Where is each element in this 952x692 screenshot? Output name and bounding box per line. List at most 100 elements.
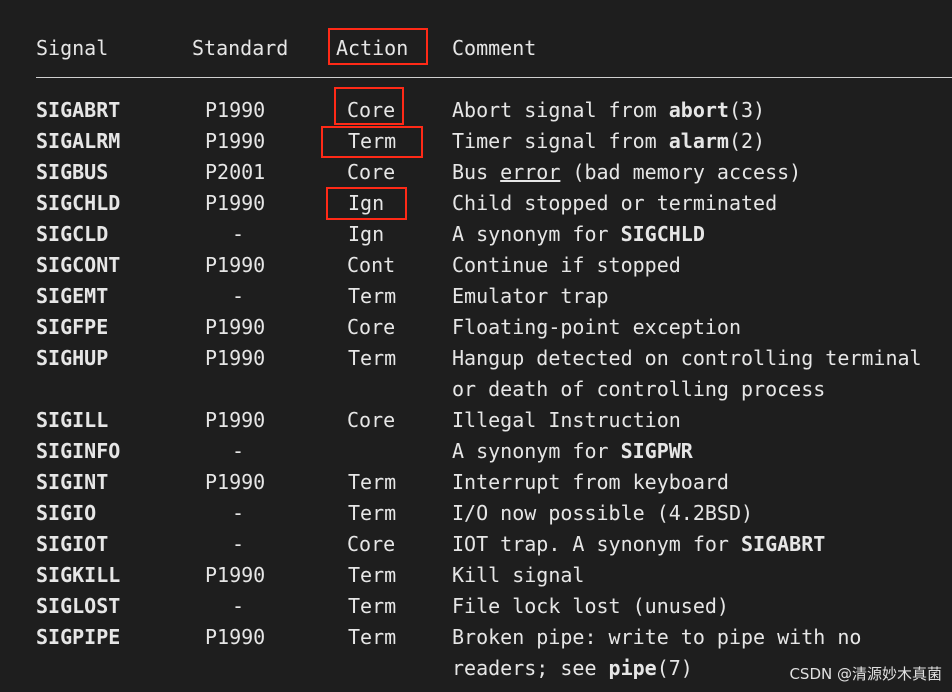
signal-name: SIGCLD: [36, 222, 109, 246]
signal-comment: Floating-point exception: [452, 315, 741, 339]
signal-action: Term: [348, 284, 397, 308]
signal-standard: P1990: [205, 129, 266, 153]
terminal-screen: Signal Standard Action Comment SIGABRT P1…: [0, 0, 952, 692]
signal-comment: readers; see pipe(7): [452, 656, 693, 680]
table-row: SIGEMT - Term Emulator trap: [0, 281, 952, 312]
highlight-box-sigchld-action: [326, 187, 407, 220]
table-row: SIGIOT - Core IOT trap. A synonym for SIGAB…: [0, 529, 952, 560]
bold-reference: SIGCHLD: [620, 222, 705, 246]
signal-comment: File lock lost (unused): [452, 594, 729, 618]
table-header: Signal Standard Action Comment: [0, 33, 952, 64]
signal-name: SIGINFO: [36, 439, 121, 463]
signal-standard: P1990: [205, 346, 266, 370]
table-row: SIGABRT P1990 Core Abort signal from abort(…: [0, 95, 952, 126]
signal-comment: I/O now possible (4.2BSD): [452, 501, 754, 525]
signal-name: SIGEMT: [36, 284, 109, 308]
signal-comment: Timer signal from alarm(2): [452, 129, 766, 153]
signal-standard: -: [232, 501, 245, 525]
highlight-box-sigalrm-action: [321, 126, 423, 158]
table-row: or death of controlling process: [0, 374, 952, 405]
watermark: CSDN @清源妙木真菌: [785, 661, 946, 687]
signal-comment: A synonym for SIGPWR: [452, 439, 693, 463]
bold-reference: abort: [668, 98, 729, 122]
signal-comment: Kill signal: [452, 563, 585, 587]
signal-action: Term: [348, 563, 397, 587]
table-row: SIGCHLD P1990 Ign Child stopped or terminat…: [0, 188, 952, 219]
signal-comment: Emulator trap: [452, 284, 609, 308]
signal-comment: A synonym for SIGCHLD: [452, 222, 705, 246]
signal-action: Term: [348, 501, 397, 525]
signal-comment: Abort signal from abort(3): [452, 98, 766, 122]
signal-comment: Continue if stopped: [452, 253, 681, 277]
bold-reference: pipe: [608, 656, 657, 680]
table-row: SIGIO - Term I/O now possible (4.2BSD): [0, 498, 952, 529]
signal-name: SIGINT: [36, 470, 109, 494]
signal-action: Core: [347, 532, 396, 556]
table-row: SIGALRM P1990 Term Timer signal from alarm(…: [0, 126, 952, 157]
signal-standard: P1990: [205, 253, 266, 277]
table-row: SIGINT P1990 Term Interrupt from keyboard: [0, 467, 952, 498]
signal-comment: Hangup detected on controlling terminal: [452, 346, 922, 370]
signal-name: SIGHUP: [36, 346, 109, 370]
signal-name: SIGILL: [36, 408, 109, 432]
table-row: SIGHUP P1990 Term Hangup detected on contro…: [0, 343, 952, 374]
signal-name: SIGPIPE: [36, 625, 121, 649]
table-row: SIGINFO - A synonym for SIGPWR: [0, 436, 952, 467]
signal-standard: -: [232, 439, 245, 463]
table-row: SIGPIPE P1990 Term Broken pipe: write to pi…: [0, 622, 952, 653]
signal-standard: P1990: [205, 563, 266, 587]
signal-comment: Bus error (bad memory access): [452, 160, 802, 184]
signal-action: Ign: [348, 222, 385, 246]
table-row: SIGILL P1990 Core Illegal Instruction: [0, 405, 952, 436]
signal-action: Cont: [347, 253, 396, 277]
table-row: SIGBUS P2001 Core Bus error (bad memory acc…: [0, 157, 952, 188]
signal-comment: Child stopped or terminated: [452, 191, 778, 215]
highlight-box-action-header: [328, 28, 428, 65]
bold-reference: SIGABRT: [740, 532, 826, 556]
signal-standard: P1990: [205, 315, 266, 339]
signal-name: SIGLOST: [36, 594, 121, 618]
table-row: SIGCLD - Ign A synonym for SIGCHLD: [0, 219, 952, 250]
highlight-box-sigabrt-action: [334, 87, 404, 125]
signal-comment: or death of controlling process: [452, 377, 826, 401]
header-signal: Signal: [36, 36, 109, 60]
header-standard: Standard: [192, 36, 289, 60]
bold-reference: SIGPWR: [620, 439, 693, 463]
signal-name: SIGABRT: [36, 98, 121, 122]
header-comment: Comment: [452, 36, 537, 60]
signal-comment: IOT trap. A synonym for SIGABRT: [452, 532, 826, 556]
signal-standard: -: [232, 594, 245, 618]
signal-action: Term: [348, 594, 397, 618]
signal-name: SIGCHLD: [36, 191, 121, 215]
signal-name: SIGIO: [36, 501, 97, 525]
signal-standard: -: [232, 532, 245, 556]
signal-action: Core: [347, 315, 396, 339]
signal-name: SIGKILL: [36, 563, 121, 587]
signal-standard: P1990: [205, 408, 266, 432]
signal-action: Term: [348, 470, 397, 494]
signal-standard: -: [232, 222, 245, 246]
table-row: SIGFPE P1990 Core Floating-point exception: [0, 312, 952, 343]
signal-standard: P1990: [205, 191, 266, 215]
signal-comment: Interrupt from keyboard: [452, 470, 729, 494]
table-row: SIGCONT P1990 Cont Continue if stopped: [0, 250, 952, 281]
signal-standard: P2001: [205, 160, 266, 184]
table-row: SIGLOST - Term File lock lost (unused): [0, 591, 952, 622]
header-divider: [36, 77, 952, 78]
signal-action: Term: [348, 346, 397, 370]
signal-action: Core: [347, 160, 396, 184]
signal-comment: Broken pipe: write to pipe with no: [452, 625, 862, 649]
signal-name: SIGBUS: [36, 160, 109, 184]
bold-reference: alarm: [668, 129, 729, 153]
signal-action: Core: [347, 408, 396, 432]
signal-name: SIGIOT: [36, 532, 109, 556]
signal-standard: -: [232, 284, 245, 308]
underlined-reference: error: [500, 160, 561, 184]
signal-standard: P1990: [205, 625, 266, 649]
signal-name: SIGCONT: [36, 253, 121, 277]
signal-standard: P1990: [205, 98, 266, 122]
signal-name: SIGALRM: [36, 129, 121, 153]
signal-name: SIGFPE: [36, 315, 109, 339]
signal-action: Term: [348, 625, 397, 649]
table-row: SIGKILL P1990 Term Kill signal: [0, 560, 952, 591]
